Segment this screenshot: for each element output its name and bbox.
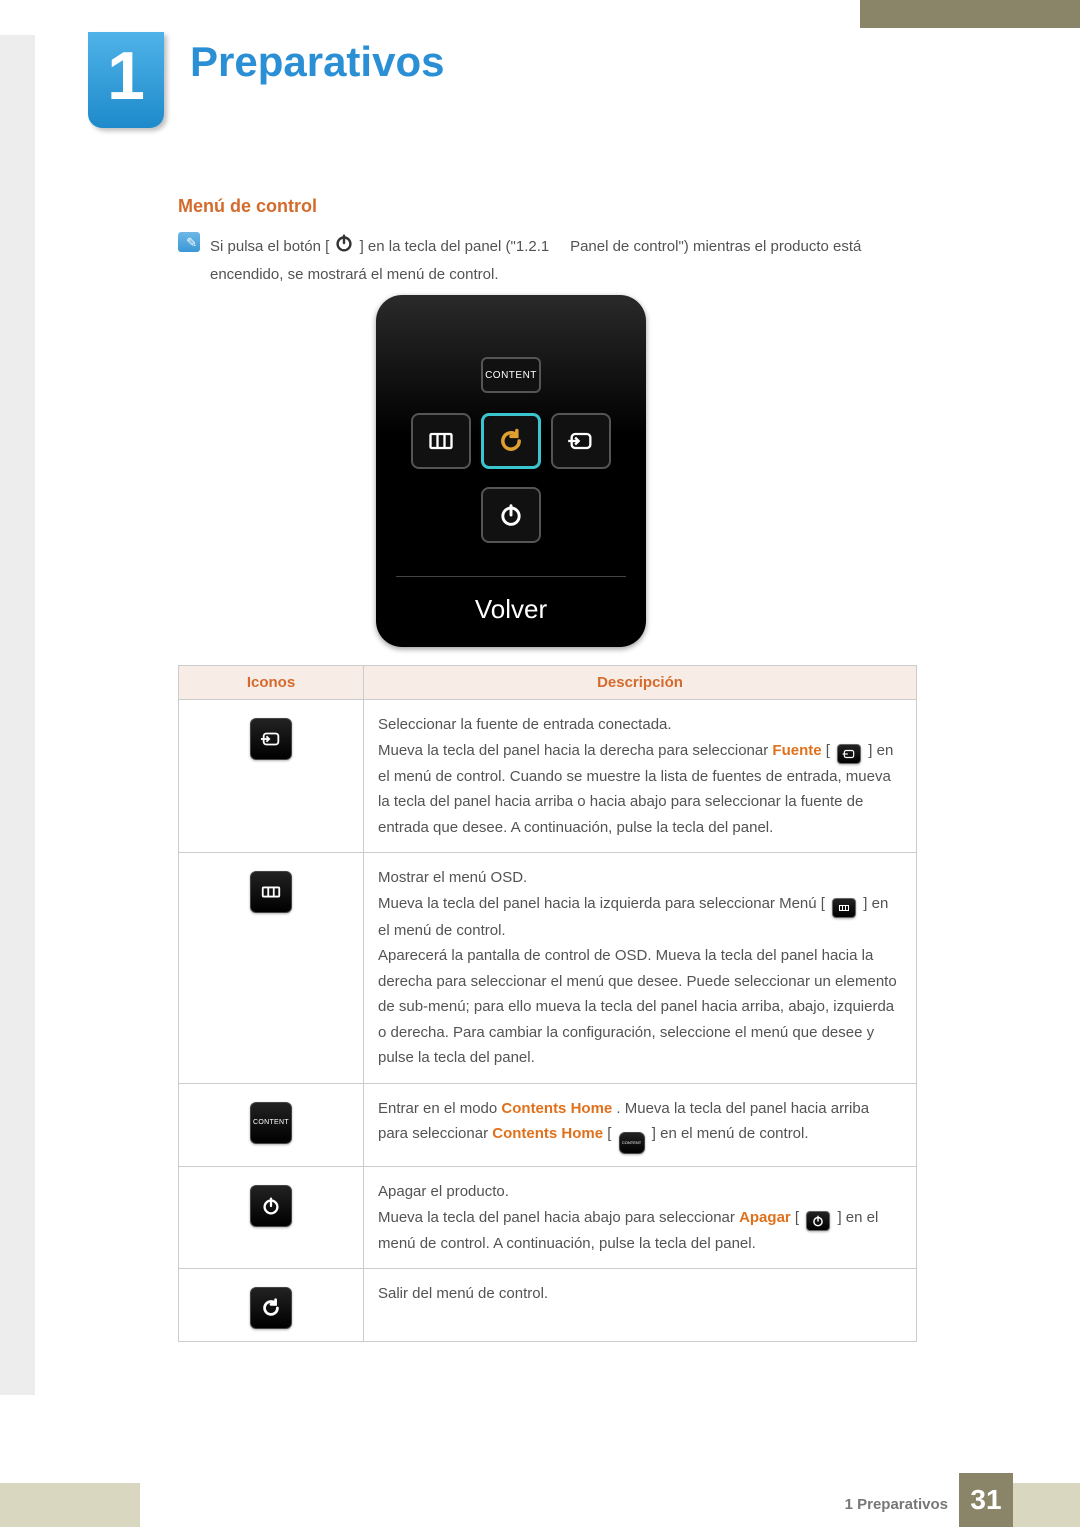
- t: Mueva la tecla del panel hacia abajo par…: [378, 1209, 739, 1226]
- section-title: Menú de control: [178, 196, 317, 217]
- kw-fuente: Fuente: [772, 742, 821, 759]
- t: ] en el menú de control.: [652, 1125, 809, 1142]
- power-title: Apagar el producto.: [378, 1179, 902, 1205]
- device-content-button: CONTENT: [481, 357, 541, 393]
- device-divider: [396, 576, 626, 577]
- menu-body2: Aparecerá la pantalla de control de OSD.…: [378, 943, 902, 1071]
- page-number: 31: [959, 1473, 1013, 1527]
- device-power-button: [481, 487, 541, 543]
- table-row: Mostrar el menú OSD. Mueva la tecla del …: [179, 853, 917, 1084]
- chapter-number-tab: 1: [88, 32, 164, 128]
- power-icon: [333, 232, 355, 263]
- menu-icon-inline: [832, 898, 856, 918]
- source-icon: [250, 718, 292, 760]
- content-icon-label: CONTENT: [251, 1103, 291, 1143]
- menu-icon: [250, 871, 292, 913]
- intro-text-b: ] en la tecla del panel ("1.2.1: [360, 238, 550, 255]
- page-footer: 1 Preparativos 31: [0, 1467, 1080, 1527]
- menu-title: Mostrar el menú OSD.: [378, 865, 902, 891]
- device-return-label: Volver: [376, 594, 646, 625]
- power-body: Mueva la tecla del panel hacia abajo par…: [378, 1205, 902, 1257]
- intro-text-a: Si pulsa el botón [: [210, 238, 329, 255]
- source-title: Seleccionar la fuente de entrada conecta…: [378, 712, 902, 738]
- kw-apagar: Apagar: [739, 1209, 791, 1226]
- table-row: Seleccionar la fuente de entrada conecta…: [179, 700, 917, 853]
- t: [: [607, 1125, 611, 1142]
- device-source-button: [551, 413, 611, 469]
- kw-contents-home-2: Contents Home: [492, 1125, 603, 1142]
- content-icon-inline: CONTENT: [619, 1132, 645, 1154]
- table-row: Salir del menú de control.: [179, 1269, 917, 1342]
- source-icon-inline: [837, 744, 861, 764]
- device-return-button: [481, 413, 541, 469]
- th-desc: Descripción: [364, 666, 917, 700]
- icon-description-table: Iconos Descripción Seleccionar la fuente…: [178, 665, 917, 1342]
- return-title: Salir del menú de control.: [378, 1281, 902, 1307]
- chapter-title: Preparativos: [190, 38, 444, 86]
- top-accent-bar: [860, 0, 1080, 28]
- content-body: Entrar en el modo Contents Home . Mueva …: [378, 1096, 902, 1155]
- power-icon-tile: [250, 1185, 292, 1227]
- source-body: Mueva la tecla del panel hacia la derech…: [378, 738, 902, 841]
- footer-accent-left: [0, 1483, 140, 1527]
- menu-body1: Mueva la tecla del panel hacia la izquie…: [378, 891, 902, 944]
- power-icon-inline: [806, 1211, 830, 1231]
- table-row: CONTENT Entrar en el modo Contents Home …: [179, 1083, 917, 1167]
- th-icons: Iconos: [179, 666, 364, 700]
- footer-breadcrumb: 1 Preparativos: [845, 1496, 948, 1513]
- t: [: [795, 1209, 799, 1226]
- return-icon: [250, 1287, 292, 1329]
- t: Mueva la tecla del panel hacia la derech…: [378, 742, 772, 759]
- t: Entrar en el modo: [378, 1100, 501, 1117]
- table-row: Apagar el producto. Mueva la tecla del p…: [179, 1167, 917, 1269]
- kw-contents-home: Contents Home: [501, 1100, 612, 1117]
- control-menu-diagram: CONTENT Volver: [376, 295, 646, 647]
- t: Mueva la tecla del panel hacia la izquie…: [378, 895, 825, 912]
- device-menu-button: [411, 413, 471, 469]
- note-icon: [178, 232, 200, 252]
- t: [: [826, 742, 830, 759]
- side-accent-bar: [0, 35, 35, 1395]
- content-icon: CONTENT: [250, 1102, 292, 1144]
- intro-paragraph: Si pulsa el botón [ ] en la tecla del pa…: [210, 232, 910, 288]
